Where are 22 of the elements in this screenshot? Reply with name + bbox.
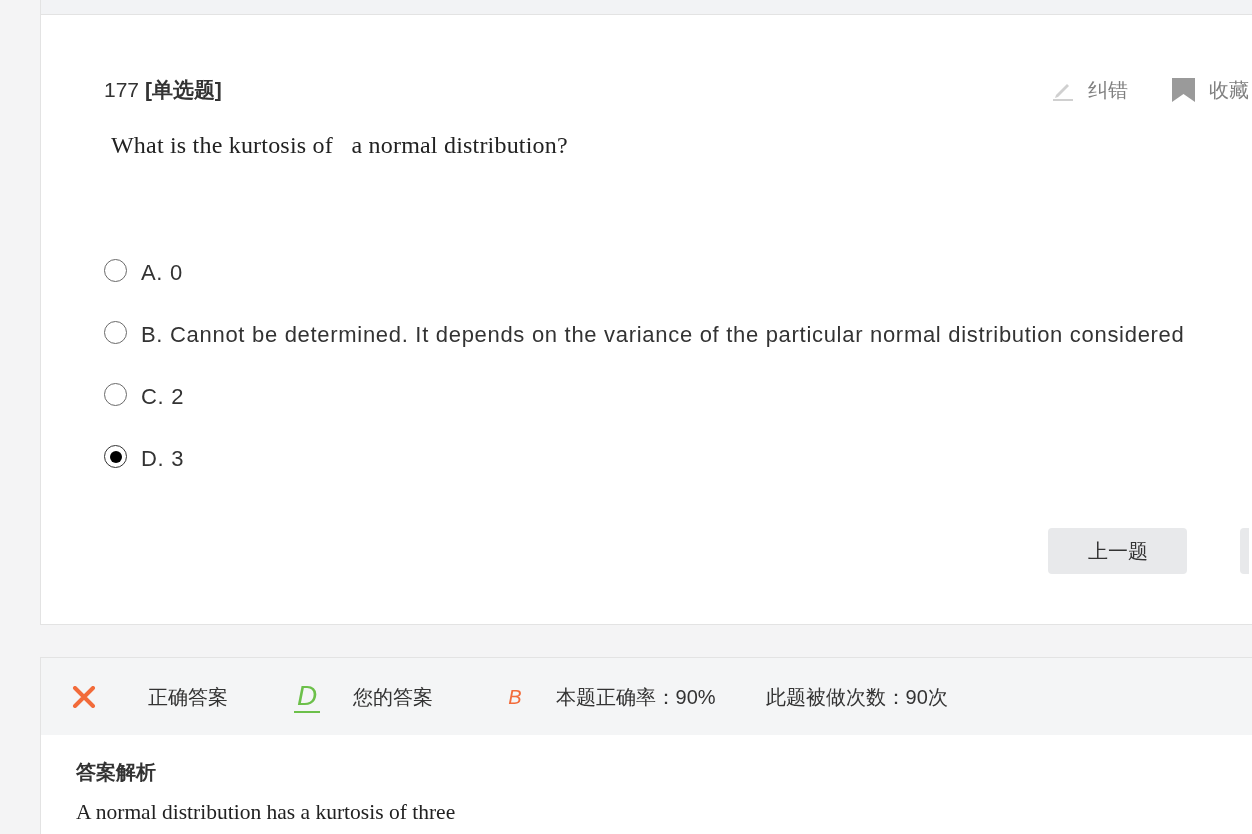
favorite-button[interactable]: 收藏 (1172, 78, 1249, 102)
attempts-text: 此题被做次数：90次 (765, 684, 948, 709)
previous-question-button[interactable]: 上一题 (1048, 528, 1187, 574)
option-label[interactable]: D. 3 (141, 444, 185, 473)
accuracy-text: 本题正确率：90% (555, 684, 716, 709)
correct-answer-label: 正确答案 (148, 684, 228, 709)
option-label[interactable]: A. 0 (141, 258, 183, 287)
bookmark-icon (1172, 78, 1195, 102)
option-label[interactable]: B. Cannot be determined. It depends on the variance of the particular normal distribution considered (141, 320, 1185, 349)
your-answer-label: 您的答案 (353, 684, 434, 709)
radio-button[interactable] (104, 383, 127, 406)
report-error-button[interactable]: 纠错 (1052, 78, 1128, 102)
correct-answer: D (294, 680, 321, 713)
radio-button[interactable] (104, 445, 127, 468)
radio-button[interactable] (104, 321, 127, 344)
radio-button[interactable] (104, 259, 127, 282)
question-text: What is the kurtosis of a normal distribution? (111, 131, 569, 159)
option-label[interactable]: C. 2 (141, 382, 185, 411)
explanation-text: A normal distribution has a kurtosis of three (76, 799, 457, 825)
your-answer: B (507, 684, 523, 709)
question-heading: 177 [单选题] (104, 78, 222, 102)
explanation-title: 答案解析 (76, 760, 157, 785)
